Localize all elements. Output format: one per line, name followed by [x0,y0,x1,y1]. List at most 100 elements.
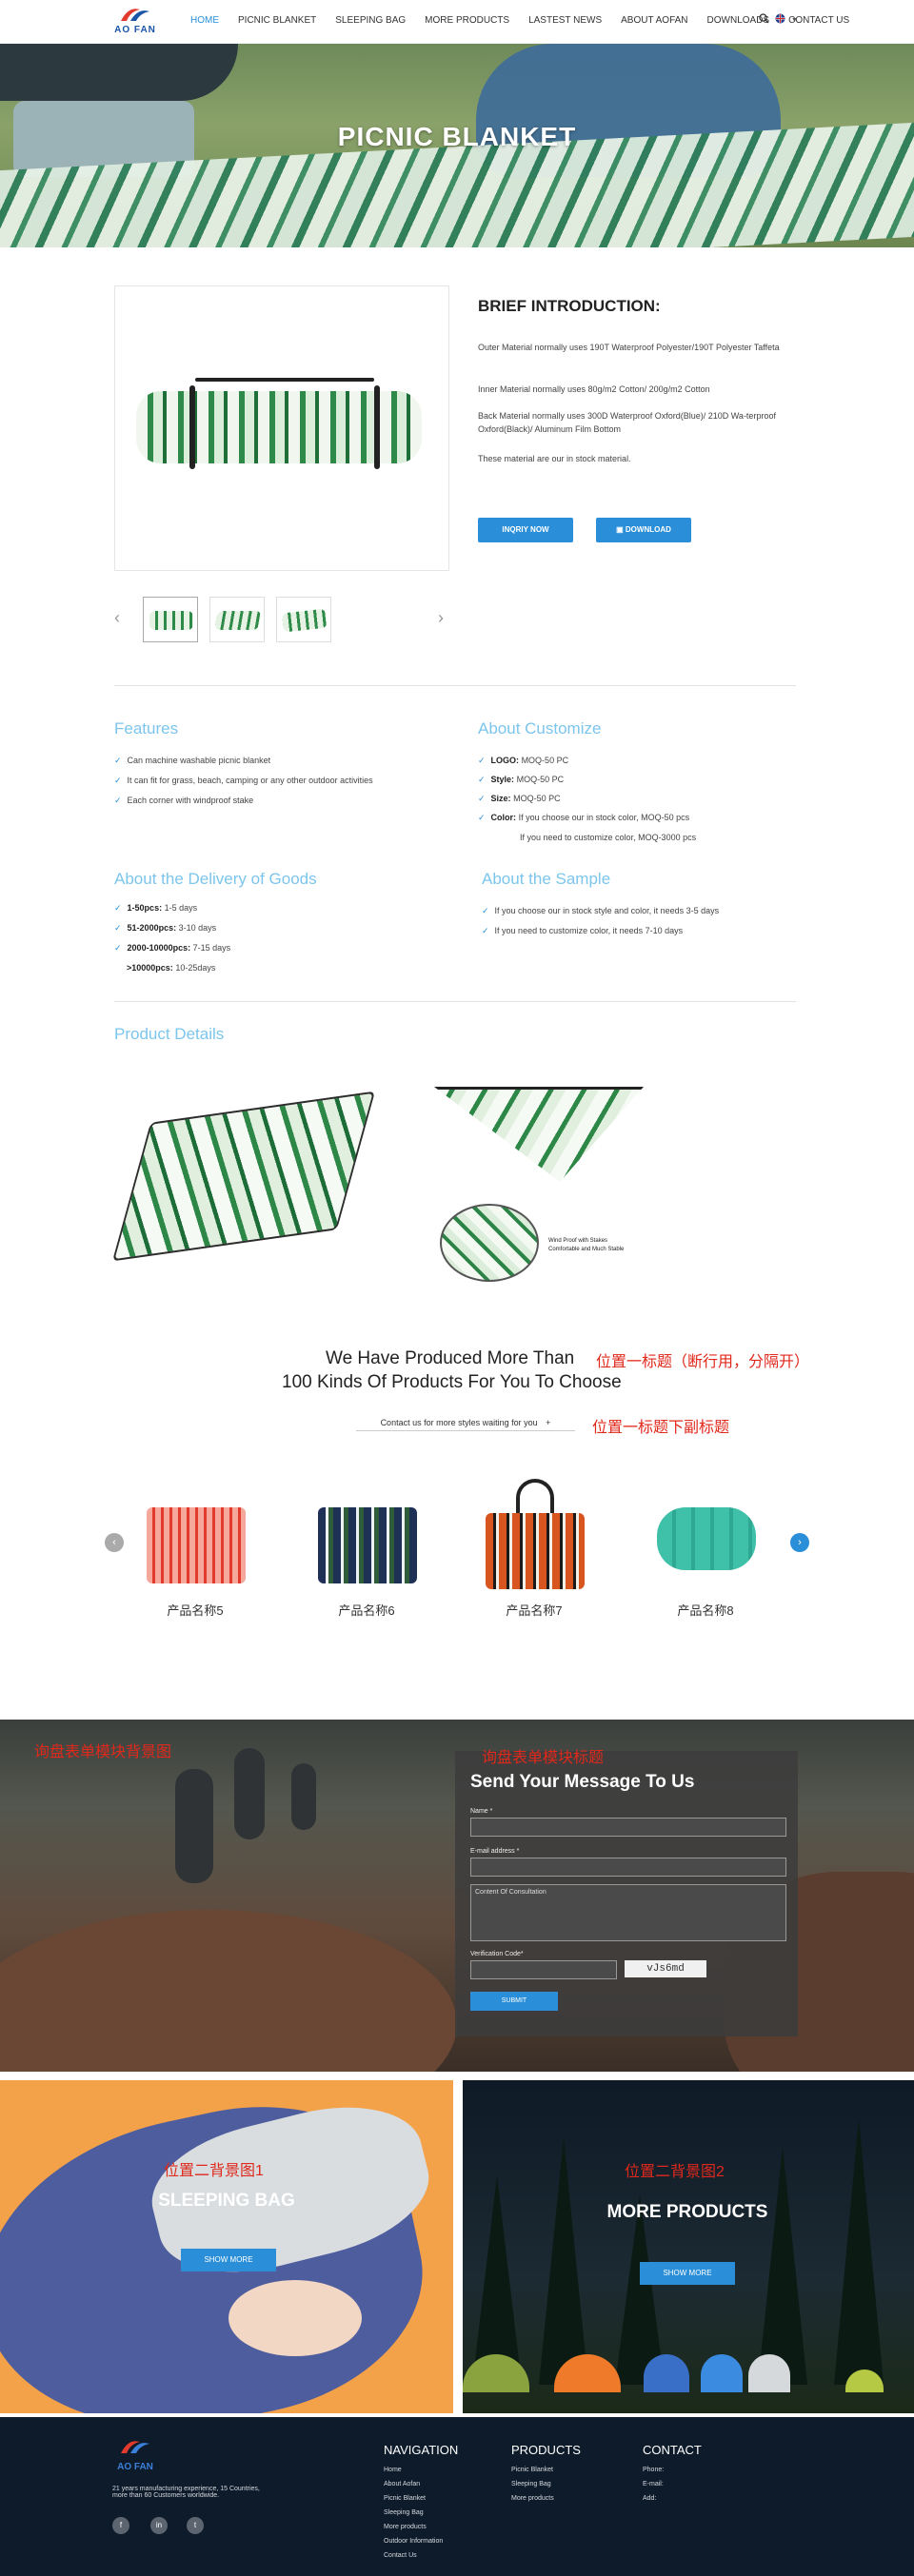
email-field[interactable] [470,1858,786,1877]
carousel-prev-icon[interactable]: ‹ [105,1533,124,1552]
detail-blanket-image [111,1091,376,1262]
thumbnail-2[interactable] [209,597,265,642]
chevron-right-icon[interactable]: › [438,608,444,628]
main-nav: HOME PICNIC BLANKET SLEEPING BAG MORE PR… [181,15,859,26]
tent-image [644,2354,689,2392]
name-field[interactable] [470,1818,786,1837]
brief-inner: Inner Material normally uses 80g/m2 Cott… [478,384,710,394]
twitter-icon[interactable]: t [187,2517,204,2534]
message-bg-note: 询盘表单模块背景图 [34,1744,172,1760]
submit-button[interactable]: SUBMIT [470,1992,558,2011]
footer-link[interactable]: Picnic Blanket [384,2495,426,2502]
tent-image [748,2354,790,2392]
product-card[interactable]: 产品名称5 [124,1475,267,1618]
product-card[interactable]: 产品名称8 [634,1475,777,1618]
site-header: AO FAN HOME PICNIC BLANKET SLEEPING BAG … [0,0,914,44]
promo-sleeping-bag[interactable] [0,2080,453,2413]
search-icon[interactable] [759,13,769,27]
product-card[interactable]: 产品名称6 [295,1475,438,1618]
promo2-title: MORE PRODUCTS [606,2202,768,2222]
promo-more-products[interactable] [463,2080,914,2413]
footer-logo[interactable]: AO FAN [112,2436,158,2472]
content-placeholder: Content Of Consultation [475,1889,546,1896]
bg-tree [834,2118,884,2385]
product-image [147,1507,246,1583]
code-field[interactable] [470,1960,617,1979]
bg-tree [758,2147,807,2385]
facebook-icon[interactable]: f [112,2517,129,2534]
footer-about: 21 years manufacturing experience, 15 Co… [112,2486,260,2499]
footer-logo-text: AO FAN [117,2462,153,2472]
download-icon: ▣ [616,525,626,534]
handle [195,378,374,382]
nav-more-products[interactable]: MORE PRODUCTS [415,15,519,26]
delivery-item: ✓ 51-2000pcs: 3-10 days [114,923,217,933]
nav-latest-news[interactable]: LASTEST NEWS [519,15,611,26]
sample-item: ✓ If you need to customize color, it need… [482,926,684,935]
show-more-button[interactable]: SHOW MORE [181,2249,276,2271]
logo-mark [117,4,153,25]
nav-home[interactable]: HOME [181,15,228,26]
inquiry-button[interactable]: INQRIY NOW [478,518,573,542]
customize-title: About Customize [478,719,602,737]
download-button[interactable]: ▣ DOWNLOAD [596,518,691,542]
linkedin-icon[interactable]: in [150,2517,168,2534]
product-name: 产品名称5 [167,1603,224,1618]
customize-item: ✓ LOGO: MOQ-50 PC [478,756,569,765]
brief-back: Back Material normally uses 300D Waterpr… [478,411,776,434]
show-more-button[interactable]: SHOW MORE [640,2262,735,2285]
features-title: Features [114,719,179,737]
code-label: Verification Code* [470,1951,524,1957]
carousel-next-icon[interactable]: › [790,1533,809,1552]
captcha-image[interactable]: vJs6md [625,1960,706,1977]
promo2-note: 位置二背景图2 [625,2164,725,2180]
product-name: 产品名称7 [506,1603,563,1618]
language-flag-icon[interactable] [775,13,785,27]
thumbnail-1[interactable] [143,597,198,642]
product-card[interactable]: 产品名称7 [463,1475,606,1618]
chevron-left-icon[interactable]: ‹ [114,608,120,628]
delivery-title: About the Delivery of Goods [114,870,317,888]
product-name: 产品名称8 [677,1603,734,1618]
tent-image [701,2354,743,2392]
footer-link[interactable]: About Aofan [384,2481,420,2488]
footer-contact-email: E-mail: [643,2481,664,2488]
footer-link[interactable]: Picnic Blanket [511,2467,553,2473]
contact-subtitle[interactable]: Contact us for more styles waiting for y… [356,1414,575,1431]
footer-link[interactable]: Sleeping Bag [511,2481,551,2488]
logo-text: AO FAN [114,25,156,35]
produced-heading-note: 位置一标题（断行用，分隔开） [596,1354,810,1370]
bg-tree [472,2175,522,2385]
content-field[interactable]: Content Of Consultation [470,1884,786,1941]
nav-about[interactable]: ABOUT AOFAN [611,15,697,26]
footer-link[interactable]: Home [384,2467,402,2473]
divider [114,1001,796,1002]
customize-item: ✓ Size: MOQ-50 PC [478,794,561,803]
footer-logo-mark [121,2441,149,2453]
footer-link[interactable]: Sleeping Bag [384,2509,424,2516]
product-name: 产品名称6 [338,1603,395,1618]
delivery-extra: >10000pcs: 10-25days [127,963,216,973]
customize-extra: If you need to customize color, MOQ-3000… [520,833,697,842]
details-title: Product Details [114,1025,225,1043]
product-main-image[interactable] [114,285,449,571]
logo[interactable]: AO FAN [112,4,158,42]
chevron-down-icon[interactable]: ▼ [791,17,798,24]
bg-hiker [291,1763,316,1830]
customize-item: ✓ Style: MOQ-50 PC [478,775,565,784]
footer-link[interactable]: Outdoor Information [384,2538,443,2545]
footer-link[interactable]: Contact Us [384,2552,417,2559]
plus-icon: + [546,1418,551,1427]
bg-hiker [175,1769,213,1883]
nav-picnic-blanket[interactable]: PICNIC BLANKET [228,15,326,26]
promo1-note: 位置二背景图1 [164,2163,264,2179]
footer-link[interactable]: More products [384,2524,427,2530]
footer-products-title: PRODUCTS [511,2443,581,2457]
brief-outer: Outer Material normally uses 190T Waterp… [478,343,780,352]
thumbnail-3[interactable] [276,597,331,642]
nav-sleeping-bag[interactable]: SLEEPING BAG [326,15,415,26]
product-image [318,1507,417,1583]
customize-item: ✓ Color: If you choose our in stock color… [478,813,690,822]
footer-link[interactable]: More products [511,2495,554,2502]
detail-corner-image [434,1087,644,1182]
